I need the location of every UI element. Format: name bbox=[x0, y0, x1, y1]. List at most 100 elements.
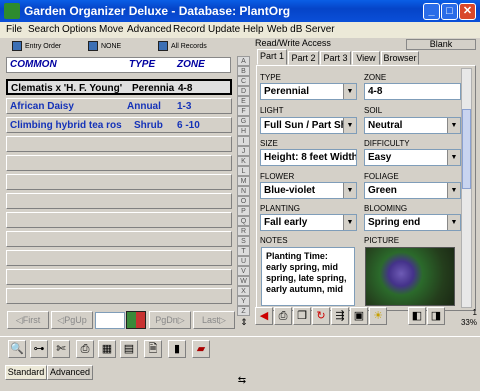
alphabet-letter-x[interactable]: X bbox=[237, 286, 250, 296]
alphabet-letter-g[interactable]: G bbox=[237, 116, 250, 126]
light-select[interactable]: Full Sun / Part Sh ▼ bbox=[260, 117, 357, 134]
empty-row[interactable] bbox=[6, 231, 232, 247]
flower-select[interactable]: Blue-violet ▼ bbox=[260, 182, 357, 199]
size-input[interactable]: Height: 8 feet Width bbox=[260, 149, 357, 166]
menu-move[interactable]: Move bbox=[99, 24, 123, 35]
tab-advanced[interactable]: Advanced bbox=[47, 365, 93, 380]
alphabet-letter-u[interactable]: U bbox=[237, 256, 250, 266]
alphabet-letter-d[interactable]: D bbox=[237, 86, 250, 96]
calendar-icon[interactable]: ▤ bbox=[120, 340, 138, 358]
alphabet-letter-p[interactable]: P bbox=[237, 206, 250, 216]
table-row[interactable]: Climbing hybrid tea ros Shrub 6 -10 bbox=[6, 117, 232, 133]
alphabet-letter-k[interactable]: K bbox=[237, 156, 250, 166]
minimize-button[interactable]: _ bbox=[423, 3, 440, 20]
alphabet-letter-j[interactable]: J bbox=[237, 146, 250, 156]
column-header-type[interactable]: TYPE bbox=[129, 59, 155, 70]
search-icon[interactable]: 🔍 bbox=[8, 340, 26, 358]
tab-part-3[interactable]: Part 3 bbox=[320, 51, 351, 65]
empty-row[interactable] bbox=[6, 155, 232, 171]
empty-row[interactable] bbox=[6, 250, 232, 266]
alphabet-letter-v[interactable]: V bbox=[237, 266, 250, 276]
print-icon[interactable]: ⎙ bbox=[76, 340, 94, 358]
menu-update[interactable]: Update bbox=[208, 24, 240, 35]
table-row[interactable]: Clematis x 'H. F. Young' Perennia 4-8 bbox=[6, 79, 232, 95]
foliage-select[interactable]: Green ▼ bbox=[364, 182, 461, 199]
menu-web-db-server[interactable]: Web dB Server bbox=[267, 24, 335, 35]
alphabet-letter-a[interactable]: A bbox=[237, 56, 250, 66]
empty-row[interactable] bbox=[6, 269, 232, 285]
alphabet-letter-h[interactable]: H bbox=[237, 126, 250, 136]
menu-search[interactable]: Search bbox=[28, 24, 60, 35]
table-row[interactable]: African Daisy Annual 1-3 bbox=[6, 98, 232, 114]
tools-icon[interactable]: ✄ bbox=[52, 340, 70, 358]
tab-part-1[interactable]: Part 1 bbox=[257, 49, 287, 65]
all-records-button[interactable]: All Records bbox=[158, 39, 207, 54]
alphabet-letter-o[interactable]: O bbox=[237, 196, 250, 206]
zone-input[interactable]: 4-8 bbox=[364, 83, 461, 100]
alphabet-letter-f[interactable]: F bbox=[237, 106, 250, 116]
none-button[interactable]: NONE bbox=[88, 39, 121, 54]
alphabet-letter-z[interactable]: Z bbox=[237, 306, 250, 316]
table-icon[interactable]: ▦ bbox=[98, 340, 116, 358]
column-header-common[interactable]: COMMON bbox=[10, 59, 57, 70]
empty-row[interactable] bbox=[6, 288, 232, 304]
export-icon[interactable]: ⇶ bbox=[331, 307, 349, 325]
empty-row[interactable] bbox=[6, 193, 232, 209]
difficulty-select[interactable]: Easy ▼ bbox=[364, 149, 461, 166]
back-arrow-icon[interactable]: ◀ bbox=[255, 307, 273, 325]
plant-picture[interactable] bbox=[365, 247, 455, 306]
color-sort-icon[interactable] bbox=[126, 311, 146, 329]
scroll-thumb[interactable] bbox=[462, 109, 471, 189]
alphabet-letter-w[interactable]: W bbox=[237, 276, 250, 286]
book-icon[interactable]: ▰ bbox=[192, 340, 210, 358]
alphabet-letter-r[interactable]: R bbox=[237, 226, 250, 236]
type-select[interactable]: Perennial ▼ bbox=[260, 83, 357, 100]
tab-part-2[interactable]: Part 2 bbox=[288, 51, 319, 65]
alphabet-letter-i[interactable]: I bbox=[237, 136, 250, 146]
last-button[interactable]: Last▷ bbox=[193, 311, 235, 329]
print-icon[interactable]: ⎙ bbox=[274, 307, 292, 325]
maximize-button[interactable]: □ bbox=[441, 3, 458, 20]
notes-textarea[interactable]: Planting Time: early spring, mid spring,… bbox=[261, 247, 355, 306]
next-record-icon[interactable]: ◨ bbox=[427, 307, 445, 325]
alphabet-letter-b[interactable]: B bbox=[237, 66, 250, 76]
tab-browser[interactable]: Browser bbox=[381, 51, 419, 65]
menu-help[interactable]: Help bbox=[243, 24, 264, 35]
entry-order-button[interactable]: Entry Order bbox=[12, 39, 61, 54]
lightbulb-icon[interactable]: ☀ bbox=[369, 307, 387, 325]
empty-row[interactable] bbox=[6, 136, 232, 152]
alphabet-letter-e[interactable]: E bbox=[237, 96, 250, 106]
alphabet-letter-t[interactable]: T bbox=[237, 246, 250, 256]
pgup-button[interactable]: ◁PgUp bbox=[51, 311, 93, 329]
refresh-icon[interactable]: ↻ bbox=[312, 307, 330, 325]
pgdn-button[interactable]: PgDn▷ bbox=[149, 311, 191, 329]
column-header-zone[interactable]: ZONE bbox=[177, 59, 205, 70]
soil-select[interactable]: Neutral ▼ bbox=[364, 117, 461, 134]
alphabet-letter-n[interactable]: N bbox=[237, 186, 250, 196]
prev-record-icon[interactable]: ◧ bbox=[408, 307, 426, 325]
tab-view[interactable]: View bbox=[352, 51, 380, 65]
planting-select[interactable]: Fall early ▼ bbox=[260, 214, 357, 231]
blooming-select[interactable]: Spring end ▼ bbox=[364, 214, 461, 231]
image-icon[interactable]: ▣ bbox=[350, 307, 368, 325]
chart-icon[interactable]: ▮ bbox=[168, 340, 186, 358]
menu-options[interactable]: Options bbox=[62, 24, 96, 35]
find-icon[interactable]: ⊶ bbox=[30, 340, 48, 358]
menu-file[interactable]: File bbox=[6, 24, 22, 35]
copy-icon[interactable]: ❐ bbox=[293, 307, 311, 325]
menu-record[interactable]: Record bbox=[173, 24, 205, 35]
alphabet-letter-q[interactable]: Q bbox=[237, 216, 250, 226]
alphabet-letter-y[interactable]: Y bbox=[237, 296, 250, 306]
record-jump-input[interactable] bbox=[95, 312, 125, 329]
alphabet-letter-c[interactable]: C bbox=[237, 76, 250, 86]
tab-standard[interactable]: Standard bbox=[5, 365, 47, 380]
alphabet-letter-l[interactable]: L bbox=[237, 166, 250, 176]
first-button[interactable]: ◁First bbox=[7, 311, 49, 329]
alphabet-letter-s[interactable]: S bbox=[237, 236, 250, 246]
alphabet-letter-m[interactable]: M bbox=[237, 176, 250, 186]
menu-advanced[interactable]: Advanced bbox=[127, 24, 171, 35]
empty-row[interactable] bbox=[6, 174, 232, 190]
scroll-up-down-icon[interactable]: ⇕ bbox=[239, 317, 249, 329]
empty-row[interactable] bbox=[6, 212, 232, 228]
close-button[interactable]: ✕ bbox=[459, 3, 476, 20]
